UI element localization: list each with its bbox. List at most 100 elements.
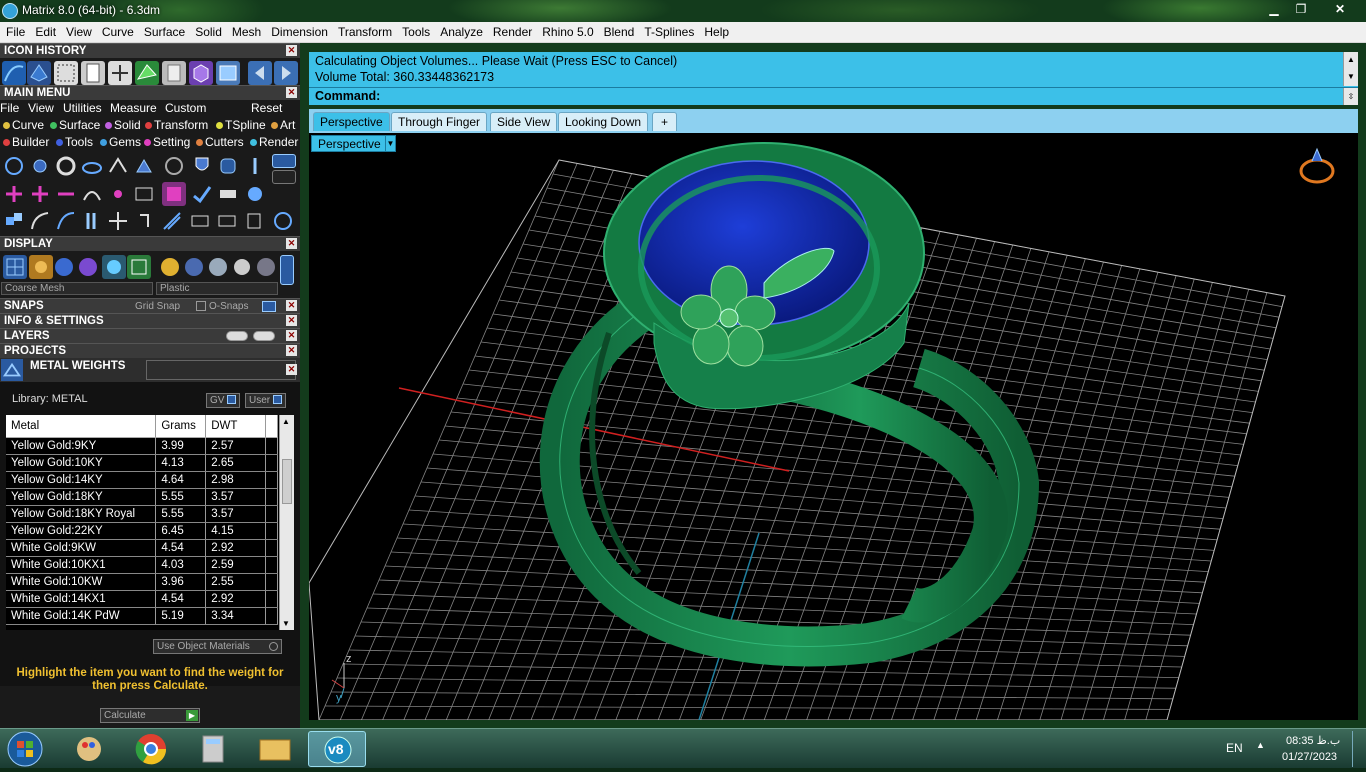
- main-menu-cutters[interactable]: Cutters: [196, 135, 244, 149]
- metal-table-scrollbar[interactable]: ▲ ▼: [279, 415, 294, 630]
- column-header-grams[interactable]: Grams: [155, 415, 207, 438]
- surface-tool-icon[interactable]: [135, 61, 159, 85]
- circle-outline-icon[interactable]: [271, 209, 295, 233]
- remove-point-icon[interactable]: [54, 182, 78, 206]
- main-menu-surface[interactable]: Surface: [50, 118, 100, 132]
- menu-edit[interactable]: Edit: [30, 22, 61, 43]
- scrollbar-thumb[interactable]: [282, 459, 292, 504]
- shaded-icon[interactable]: [29, 255, 53, 279]
- close-icon[interactable]: ✕: [286, 345, 297, 356]
- sphere-icon[interactable]: [243, 182, 267, 206]
- menu-analyze[interactable]: Analyze: [435, 22, 488, 43]
- material-select[interactable]: Plastic: [156, 282, 278, 295]
- pattern-icon[interactable]: [162, 182, 186, 206]
- bezel-icon[interactable]: [162, 154, 186, 178]
- show-desktop-button[interactable]: [1352, 731, 1364, 767]
- o-snaps-toggle[interactable]: O-Snaps: [209, 299, 248, 314]
- chrome-app-icon[interactable]: [122, 731, 180, 767]
- gold-material-icon[interactable]: [158, 255, 182, 279]
- menu-render[interactable]: Render: [488, 22, 537, 43]
- toggle-icon[interactable]: [272, 154, 296, 168]
- main-menu-builder[interactable]: Builder: [3, 135, 49, 149]
- menu-solid[interactable]: Solid: [190, 22, 227, 43]
- main-menu-render[interactable]: Render: [250, 135, 298, 149]
- menu-tools[interactable]: Tools: [397, 22, 435, 43]
- main-menu-reset[interactable]: Reset: [251, 101, 282, 115]
- gem-seat-icon[interactable]: [216, 154, 240, 178]
- check-icon[interactable]: [190, 182, 214, 206]
- main-menu-setting[interactable]: Setting: [144, 135, 190, 149]
- curve-arc-icon[interactable]: [28, 209, 52, 233]
- command-spin[interactable]: ⇳: [1343, 88, 1358, 105]
- tray-expand-icon[interactable]: ▲: [1256, 740, 1265, 750]
- table-row[interactable]: White Gold:9KW 4.54 2.92: [6, 539, 278, 557]
- close-icon[interactable]: ✕: [286, 364, 297, 375]
- use-object-materials-toggle[interactable]: Use Object Materials: [153, 639, 282, 654]
- explorer-app-icon[interactable]: [246, 731, 304, 767]
- calculator-app-icon[interactable]: [184, 731, 242, 767]
- close-button[interactable]: ✕: [1320, 0, 1360, 18]
- close-icon[interactable]: ✕: [286, 87, 297, 98]
- start-button[interactable]: [4, 729, 46, 769]
- toggle-icon[interactable]: [272, 170, 296, 184]
- image-tool-icon[interactable]: [216, 61, 240, 85]
- menu-dimension[interactable]: Dimension: [266, 22, 333, 43]
- menu-curve[interactable]: Curve: [97, 22, 139, 43]
- layer-view-icon[interactable]: [253, 331, 275, 341]
- menu-tsplines[interactable]: T-Splines: [639, 22, 699, 43]
- viewport-dropdown-icon[interactable]: ▼: [385, 135, 396, 152]
- frame-icon[interactable]: [132, 182, 156, 206]
- ghost-sphere-icon[interactable]: [76, 255, 100, 279]
- main-menu-measure[interactable]: Measure: [110, 101, 157, 115]
- join-icon[interactable]: [188, 209, 212, 233]
- flower-icon[interactable]: [28, 154, 52, 178]
- main-menu-view[interactable]: View: [28, 101, 54, 115]
- align-tool-icon[interactable]: [108, 61, 132, 85]
- main-menu-file[interactable]: File: [0, 101, 19, 115]
- menu-view[interactable]: View: [61, 22, 97, 43]
- mesh-select[interactable]: Coarse Mesh: [1, 282, 153, 295]
- rotate-icon[interactable]: [134, 209, 158, 233]
- bail-icon[interactable]: [243, 154, 267, 178]
- render-sphere-icon[interactable]: [52, 255, 76, 279]
- o-snaps-checkbox[interactable]: [262, 301, 276, 312]
- add-tab-button[interactable]: +: [652, 112, 677, 131]
- gv-toggle[interactable]: GV: [206, 393, 241, 408]
- table-row[interactable]: White Gold:10KX1 4.03 2.59: [6, 556, 278, 574]
- viewport-label[interactable]: Perspective: [311, 135, 396, 152]
- point-icon[interactable]: [2, 182, 26, 206]
- table-row[interactable]: Yellow Gold:14KY 4.64 2.98: [6, 471, 278, 489]
- command-scrollbar[interactable]: ▲ ▼: [1343, 52, 1358, 86]
- calculate-button[interactable]: Calculate ▶: [100, 708, 200, 723]
- main-menu-solid[interactable]: Solid: [105, 118, 141, 132]
- explode-icon[interactable]: [215, 209, 239, 233]
- close-icon[interactable]: ✕: [286, 238, 297, 249]
- tab-looking-down[interactable]: Looking Down: [558, 112, 649, 131]
- command-input[interactable]: Command: ⇳: [309, 87, 1358, 105]
- close-icon[interactable]: ✕: [286, 330, 297, 341]
- close-icon[interactable]: ✕: [286, 315, 297, 326]
- main-menu-transform[interactable]: Transform: [145, 118, 208, 132]
- table-row[interactable]: Yellow Gold:18KY Royal 5.55 3.57: [6, 505, 278, 523]
- menu-surface[interactable]: Surface: [139, 22, 190, 43]
- column-header-metal[interactable]: Metal: [6, 415, 157, 438]
- user-toggle[interactable]: User: [245, 393, 286, 408]
- perspective-viewport[interactable]: Perspective ▼ z y: [309, 133, 1358, 720]
- curve-tool-icon[interactable]: [2, 61, 26, 85]
- paint-app-icon[interactable]: [60, 731, 118, 767]
- tab-through-finger[interactable]: Through Finger: [391, 112, 488, 131]
- metal-material-icon[interactable]: [254, 255, 278, 279]
- close-icon[interactable]: ✕: [286, 300, 297, 311]
- blue-material-icon[interactable]: [182, 255, 206, 279]
- arc-icon[interactable]: [80, 182, 104, 206]
- prong-icon[interactable]: [132, 154, 156, 178]
- matrix-app-button[interactable]: v8: [308, 731, 366, 767]
- tab-perspective[interactable]: Perspective: [313, 112, 390, 131]
- table-row[interactable]: White Gold:14KX1 4.54 2.92: [6, 590, 278, 608]
- box-tool-icon[interactable]: [189, 61, 213, 85]
- page-tool-icon[interactable]: [81, 61, 105, 85]
- close-icon[interactable]: ✕: [286, 45, 297, 56]
- menu-transform[interactable]: Transform: [333, 22, 397, 43]
- main-menu-curve[interactable]: Curve: [3, 118, 44, 132]
- main-menu-custom[interactable]: Custom: [165, 101, 206, 115]
